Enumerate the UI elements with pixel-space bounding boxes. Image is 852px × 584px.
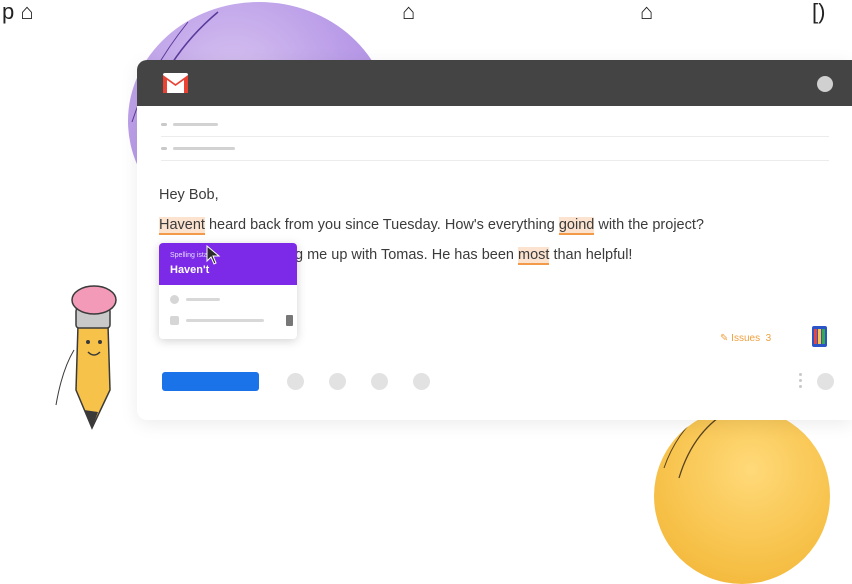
issues-counter[interactable]: ✎ Issues 3 [720, 333, 771, 344]
book-icon[interactable] [812, 326, 827, 347]
issues-count: 3 [765, 333, 772, 344]
add-to-dictionary-option[interactable] [170, 315, 293, 327]
email-line-1-text-b: with the project? [594, 217, 704, 233]
format-icon[interactable] [287, 373, 304, 390]
ignore-label-bar [186, 298, 220, 301]
delete-draft-icon[interactable] [817, 373, 834, 390]
suggestion-card-header[interactable]: Spelling istake Haven't [159, 243, 297, 285]
email-line-2-text-a: g me up with Tomas. He has been [295, 247, 518, 263]
email-line-2-text-b: than helpful! [549, 247, 633, 263]
gmail-icon[interactable] [163, 73, 188, 93]
top-strip-right: ⌂ [640, 0, 654, 24]
more-options-icon[interactable] [799, 373, 802, 390]
suggestion-card: Spelling istake Haven't [159, 243, 297, 339]
email-window: Hey Bob, Havent heard back from you sinc… [137, 60, 852, 420]
add-word-icon [170, 316, 179, 325]
email-line-1[interactable]: Havent heard back from you since Tuesday… [159, 217, 704, 235]
avatar[interactable] [817, 76, 833, 92]
top-strip: p ⌂ ⌂ ⌂ [) [0, 0, 852, 30]
spelling-error-havent[interactable]: Havent [159, 217, 205, 235]
recipient-field[interactable] [161, 112, 829, 137]
decorative-yellow-circle [654, 408, 830, 584]
subject-icon [161, 147, 167, 150]
link-icon[interactable] [371, 373, 388, 390]
email-greeting: Hey Bob, [159, 187, 219, 203]
top-strip-middle: ⌂ [402, 0, 416, 24]
top-strip-corner: [) [812, 0, 826, 24]
add-to-dictionary-label-bar [186, 319, 264, 322]
ignore-icon [170, 295, 179, 304]
trash-icon[interactable] [286, 315, 293, 326]
subject-field[interactable] [161, 136, 829, 161]
pen-icon: ✎ [720, 333, 732, 344]
attach-icon[interactable] [329, 373, 346, 390]
recipient-placeholder-bar [173, 123, 218, 126]
window-titlebar [137, 60, 852, 106]
top-strip-left: p ⌂ [2, 0, 34, 24]
emoji-icon[interactable] [413, 373, 430, 390]
yellow-circle-strokes [663, 408, 735, 479]
send-button[interactable] [162, 372, 259, 391]
issues-label: Issues [731, 333, 761, 344]
recipient-icon [161, 123, 167, 126]
subject-placeholder-bar [173, 147, 235, 150]
email-line-1-text-a: heard back from you since Tuesday. How's… [204, 217, 559, 233]
cursor-icon [206, 245, 221, 265]
email-line-2[interactable]: g me up with Tomas. He has been most tha… [295, 247, 633, 265]
pencil-mascot-icon [55, 285, 117, 430]
ignore-option[interactable] [170, 294, 288, 306]
grammar-error-most[interactable]: most [518, 247, 550, 265]
spelling-error-goind[interactable]: goind [558, 217, 595, 235]
suggestion-word[interactable]: Haven't [170, 264, 209, 276]
